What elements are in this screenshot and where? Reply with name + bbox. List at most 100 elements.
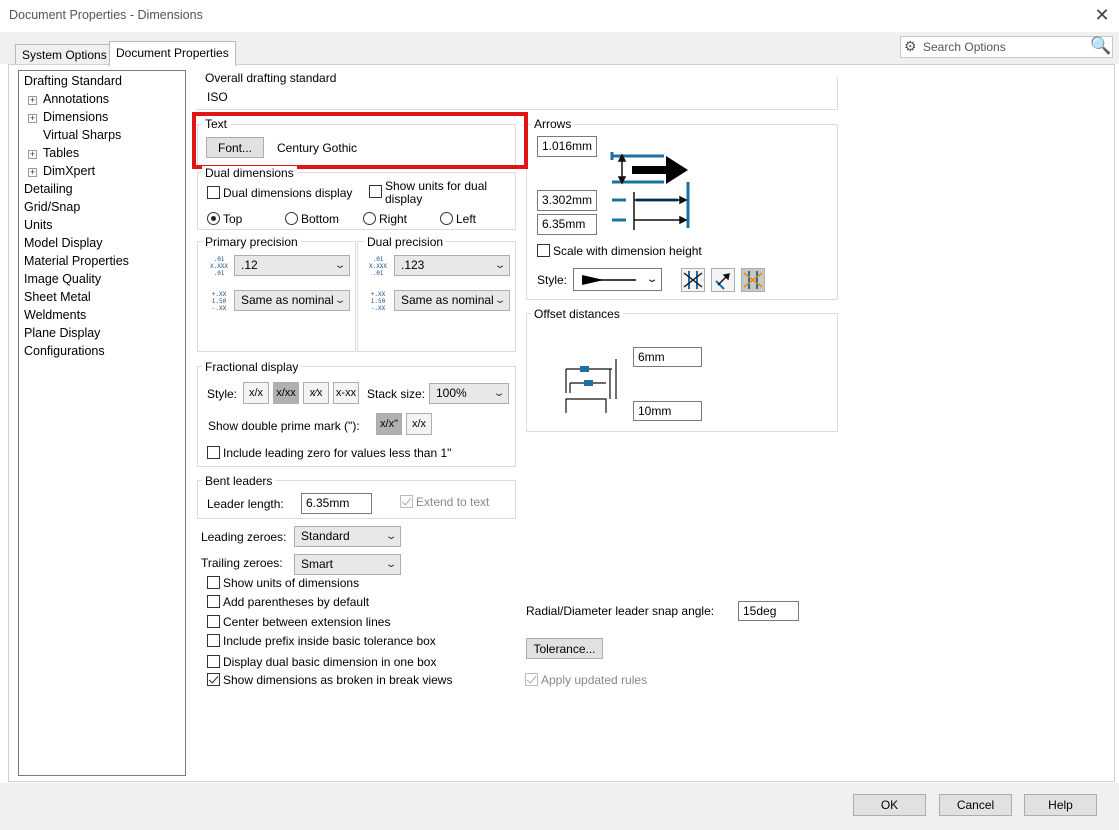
expand-icon[interactable]: + — [28, 114, 37, 123]
cancel-button[interactable]: Cancel — [939, 794, 1012, 816]
dual-tolerance-icon: +.XX 1.50 -.XX — [370, 291, 386, 312]
primary-precision-label: Primary precision — [202, 235, 301, 249]
arrows-outside-icon[interactable] — [711, 268, 735, 292]
tree-item-plane-display[interactable]: Plane Display — [24, 326, 100, 340]
option-label: Add parentheses by default — [223, 595, 370, 609]
tree-item-model-display[interactable]: Model Display — [24, 236, 103, 250]
dual-tolerance-select[interactable]: Same as nominal ⌄ — [394, 290, 510, 311]
arrows-inside-icon[interactable] — [681, 268, 705, 292]
tree-item-tables[interactable]: Tables — [43, 146, 79, 160]
frac-style-dash-icon[interactable]: x-xx — [333, 382, 359, 404]
leading-zero-checkbox[interactable] — [207, 446, 220, 459]
leading-zeroes-select[interactable]: Standard ⌄ — [294, 526, 401, 547]
tree-item-image-quality[interactable]: Image Quality — [24, 272, 101, 286]
tree-item-weldments[interactable]: Weldments — [24, 308, 86, 322]
offset-1-input[interactable]: 6mm — [633, 347, 702, 367]
option-checkbox[interactable] — [207, 595, 220, 608]
tab-document-properties[interactable]: Document Properties — [109, 41, 236, 66]
frac-style-slash-icon[interactable]: x/x — [243, 382, 269, 404]
leading-zeroes-label: Leading zeroes: — [201, 530, 287, 544]
tree-item-units[interactable]: Units — [24, 218, 52, 232]
option-checkbox[interactable] — [207, 655, 220, 668]
primary-tolerance-select[interactable]: Same as nominal ⌄ — [234, 290, 350, 311]
tree-item-drafting-standard[interactable]: Drafting Standard — [24, 74, 122, 88]
tree-item-material-properties[interactable]: Material Properties — [24, 254, 129, 268]
primary-tolerance-value: Same as nominal — [241, 293, 334, 307]
arrow-size-1-input[interactable]: 1.016mm — [537, 136, 597, 157]
show-units-dual-label: Show units for dual — [385, 179, 488, 193]
tree-item-configurations[interactable]: Configurations — [24, 344, 105, 358]
option-checkbox[interactable] — [207, 576, 220, 589]
dual-dimensions-label: Dual dimensions — [202, 166, 297, 180]
option-checkbox[interactable] — [207, 634, 220, 647]
tree-item-dimxpert[interactable]: DimXpert — [43, 164, 95, 178]
show-units-dual-checkbox[interactable] — [369, 185, 382, 198]
tree-item-detailing[interactable]: Detailing — [24, 182, 73, 196]
double-prime-on-icon[interactable]: x/x" — [376, 413, 402, 435]
radio-right[interactable] — [363, 212, 376, 225]
bent-leaders-label: Bent leaders — [202, 474, 276, 488]
offset-2-input[interactable]: 10mm — [633, 401, 702, 421]
chevron-down-icon: ⌄ — [645, 274, 659, 285]
arrow-size-2-input[interactable]: 3.302mm — [537, 190, 597, 211]
radio-top[interactable] — [207, 212, 220, 225]
close-icon[interactable]: ✕ — [1091, 4, 1113, 26]
tolerance-precision-icon: +.XX 1.50 -.XX — [211, 291, 227, 312]
arrow-size-3-input[interactable]: 6.35mm — [537, 214, 597, 235]
ok-button[interactable]: OK — [853, 794, 926, 816]
fractional-display-label: Fractional display — [202, 360, 302, 374]
leader-length-input[interactable]: 6.35mm — [301, 493, 372, 514]
option-label: Display dual basic dimension in one box — [223, 655, 437, 669]
trailing-zeroes-label: Trailing zeroes: — [201, 556, 283, 570]
dual-precision-label: Dual precision — [364, 235, 447, 249]
tab-system-options[interactable]: System Options — [15, 44, 114, 66]
tree-item-sheet-metal[interactable]: Sheet Metal — [24, 290, 91, 304]
leading-zeroes-value: Standard — [301, 529, 350, 543]
radio-left-label: Left — [456, 212, 477, 226]
arrow-style-label: Style: — [537, 273, 568, 287]
trailing-zeroes-select[interactable]: Smart ⌄ — [294, 554, 401, 575]
scale-dimension-height-checkbox[interactable] — [537, 244, 550, 257]
primary-precision-select[interactable]: .12 ⌄ — [234, 255, 350, 276]
overall-standard-value: ISO — [207, 90, 228, 104]
radio-right-label: Right — [379, 212, 408, 226]
arrow-size-diagram-icon — [610, 152, 690, 230]
option-label: Show units of dimensions — [223, 576, 360, 590]
tree-item-grid-snap[interactable]: Grid/Snap — [24, 200, 80, 214]
frac-style-label: Style: — [207, 387, 238, 401]
gear-icon[interactable]: ⚙ — [904, 38, 917, 55]
dual-precision-select[interactable]: .123 ⌄ — [394, 255, 510, 276]
apply-updated-rules-label: Apply updated rules — [541, 673, 648, 687]
expand-icon[interactable]: + — [28, 96, 37, 105]
overall-standard-label: Overall drafting standard — [202, 71, 340, 85]
tolerance-button[interactable]: Tolerance... — [526, 638, 603, 659]
tree-item-virtual-sharps[interactable]: Virtual Sharps — [43, 128, 121, 142]
expand-icon[interactable]: + — [28, 150, 37, 159]
tree-item-dimensions[interactable]: Dimensions — [43, 110, 108, 124]
radio-bottom[interactable] — [285, 212, 298, 225]
expand-icon[interactable]: + — [28, 168, 37, 177]
arrow-style-select[interactable]: ⌄ — [573, 268, 662, 291]
search-icon[interactable]: 🔍 — [1090, 36, 1111, 56]
option-checkbox[interactable] — [207, 615, 220, 628]
apply-updated-rules-checkbox — [525, 673, 538, 686]
radio-left[interactable] — [440, 212, 453, 225]
radial-snap-input[interactable]: 15deg — [738, 601, 799, 621]
dual-display-checkbox[interactable] — [207, 186, 220, 199]
highlight-box — [192, 112, 528, 169]
stack-size-select[interactable]: 100% ⌄ — [429, 383, 509, 404]
frac-style-diagonal-icon[interactable]: x⁄x — [303, 382, 329, 404]
stack-size-label: Stack size: — [367, 387, 426, 401]
double-prime-off-icon[interactable]: x/x — [406, 413, 432, 435]
help-button[interactable]: Help — [1024, 794, 1097, 816]
leader-length-label: Leader length: — [207, 497, 284, 511]
stack-size-value: 100% — [436, 386, 467, 400]
arrows-smart-icon[interactable] — [741, 268, 765, 292]
extend-to-text-label: Extend to text — [416, 495, 490, 509]
dual-precision-value-icon: .01 X.XXX .01 — [368, 256, 388, 277]
offset-distances-label: Offset distances — [531, 307, 623, 321]
option-checkbox[interactable] — [207, 673, 220, 686]
precision-value-icon: .01 X.XXX .01 — [209, 256, 229, 277]
frac-style-stacked-icon[interactable]: x/xx — [273, 382, 299, 404]
tree-item-annotations[interactable]: Annotations — [43, 92, 109, 106]
